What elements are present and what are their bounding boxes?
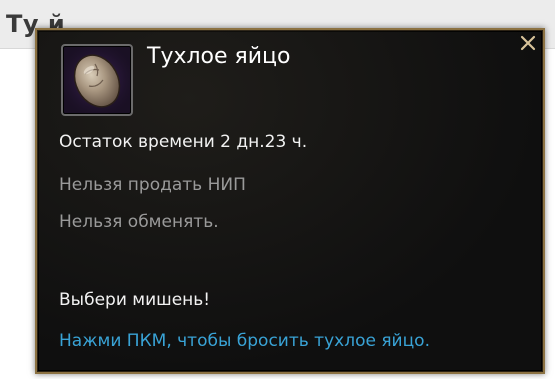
item-name: Тухлое яйцо <box>147 44 291 69</box>
cannot-trade-note: Нельзя обменять. <box>59 212 219 232</box>
choose-target-text: Выбери мишень! <box>59 290 211 310</box>
close-icon[interactable] <box>519 34 537 52</box>
cannot-sell-note: Нельзя продать НИП <box>59 175 246 195</box>
remaining-time: Остаток времени 2 дн.23 ч. <box>59 132 308 152</box>
use-hint-text: Нажми ПКМ, чтобы бросить тухлое яйцо. <box>59 331 430 351</box>
rotten-egg-icon[interactable] <box>61 44 133 116</box>
item-tooltip: Тухлое яйцо Остаток времени 2 дн.23 ч. Н… <box>35 28 545 374</box>
